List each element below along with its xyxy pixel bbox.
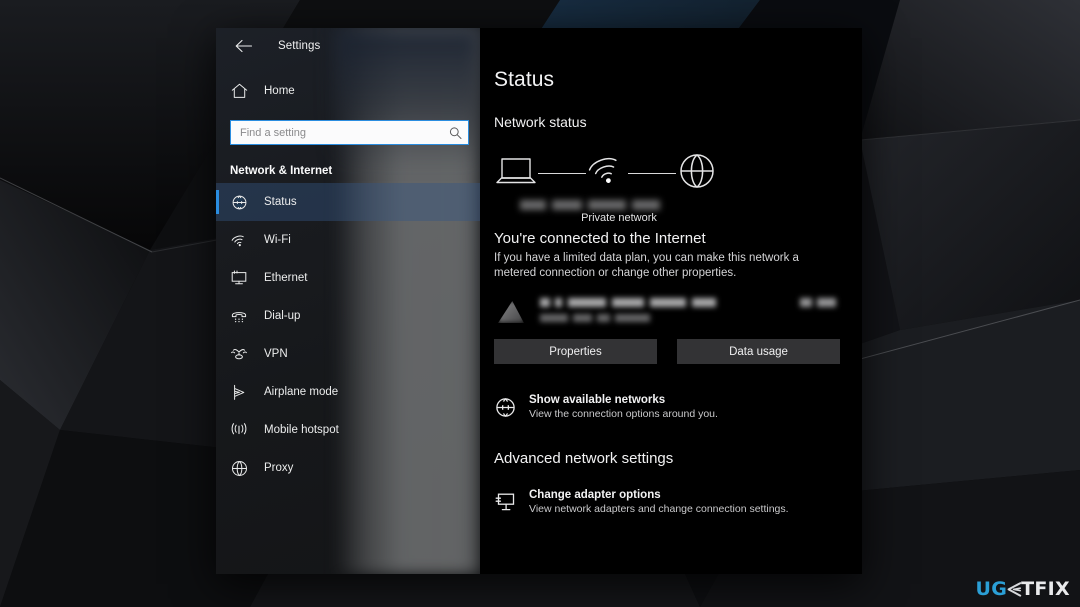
wifi-icon (230, 231, 248, 249)
watermark-suffix: TFIX (1021, 578, 1070, 600)
sidebar-item-mobile-hotspot-label: Mobile hotspot (264, 424, 339, 436)
show-available-networks-subtitle: View the connection options around you. (529, 408, 718, 420)
vpn-icon (230, 345, 248, 363)
connection-summary-row (494, 295, 836, 333)
ethernet-icon (230, 269, 248, 287)
home-icon (230, 82, 248, 100)
sidebar-item-dialup-label: Dial-up (264, 310, 301, 322)
sidebar-item-vpn-label: VPN (264, 348, 288, 360)
change-adapter-options-link[interactable]: Change adapter options View network adap… (494, 489, 844, 515)
watermark-prefix: UG (975, 578, 1008, 600)
advanced-network-settings-heading: Advanced network settings (494, 450, 674, 467)
sidebar-item-home-label: Home (264, 85, 295, 97)
laptop-icon (494, 154, 538, 193)
diagram-link-right (628, 172, 676, 174)
ugetfix-logo-mark (1006, 581, 1022, 598)
sidebar-item-vpn[interactable]: VPN (216, 335, 480, 373)
sidebar-item-dialup[interactable]: Dial-up (216, 297, 480, 335)
settings-window: Settings Home Find a setting Network & I… (216, 28, 862, 574)
search-input[interactable] (230, 120, 469, 145)
globe-icon (230, 459, 248, 477)
sidebar-item-airplane-mode-label: Airplane mode (264, 386, 339, 398)
sidebar-item-home[interactable]: Home (216, 74, 480, 108)
hotspot-icon (230, 421, 248, 439)
sidebar-section-heading: Network & Internet (230, 165, 333, 177)
globe-icon (676, 150, 718, 197)
title-bar: Settings (216, 28, 480, 64)
sidebar-item-proxy-label: Proxy (264, 462, 294, 474)
change-adapter-options-title: Change adapter options (529, 489, 661, 501)
back-button[interactable] (228, 33, 258, 59)
airplane-icon (230, 383, 248, 401)
desktop-background: Settings Home Find a setting Network & I… (0, 0, 1080, 607)
search-box[interactable] (230, 120, 469, 145)
sidebar-item-status[interactable]: Status (216, 183, 480, 221)
watermark-logo: UG TFIX (976, 580, 1070, 599)
sidebar-item-mobile-hotspot[interactable]: Mobile hotspot (216, 411, 480, 449)
connection-name-redacted (540, 298, 716, 307)
diagram-link-left (538, 172, 586, 174)
connection-period-redacted (540, 314, 650, 322)
show-available-networks-title: Show available networks (529, 394, 666, 406)
sidebar-item-airplane-mode[interactable]: Airplane mode (216, 373, 480, 411)
network-ssid-redacted (520, 200, 670, 210)
sidebar-item-ethernet[interactable]: Ethernet (216, 259, 480, 297)
properties-button[interactable]: Properties (494, 339, 657, 364)
sidebar-item-status-label: Status (264, 196, 297, 208)
action-button-row: Properties Data usage (494, 339, 840, 364)
dialup-phone-icon (230, 307, 248, 325)
page-title: Status (494, 68, 555, 91)
connected-heading: You're connected to the Internet (494, 230, 706, 247)
content-pane: Status Network status Private network Yo… (480, 28, 862, 574)
sidebar-item-proxy[interactable]: Proxy (216, 449, 480, 487)
wifi-signal-icon (586, 152, 628, 195)
back-arrow-icon (235, 39, 252, 53)
network-diagram: Private network (494, 148, 754, 224)
globe-icon (494, 396, 516, 418)
connection-usage-redacted (800, 298, 836, 307)
network-type-label: Private network (581, 212, 657, 224)
sidebar-item-wifi[interactable]: Wi-Fi (216, 221, 480, 259)
network-status-icon (230, 193, 248, 211)
adapter-monitor-icon (494, 491, 516, 513)
connected-description: If you have a limited data plan, you can… (494, 252, 799, 279)
sidebar-item-ethernet-label: Ethernet (264, 272, 308, 284)
wifi-strength-icon (498, 301, 524, 323)
show-available-networks-link[interactable]: Show available networks View the connect… (494, 394, 844, 420)
window-title: Settings (278, 40, 321, 52)
change-adapter-options-subtitle: View network adapters and change connect… (529, 503, 789, 515)
data-usage-button[interactable]: Data usage (677, 339, 840, 364)
sidebar-item-wifi-label: Wi-Fi (264, 234, 291, 246)
network-status-heading: Network status (494, 114, 587, 130)
navigation-pane: Settings Home Find a setting Network & I… (216, 28, 480, 574)
